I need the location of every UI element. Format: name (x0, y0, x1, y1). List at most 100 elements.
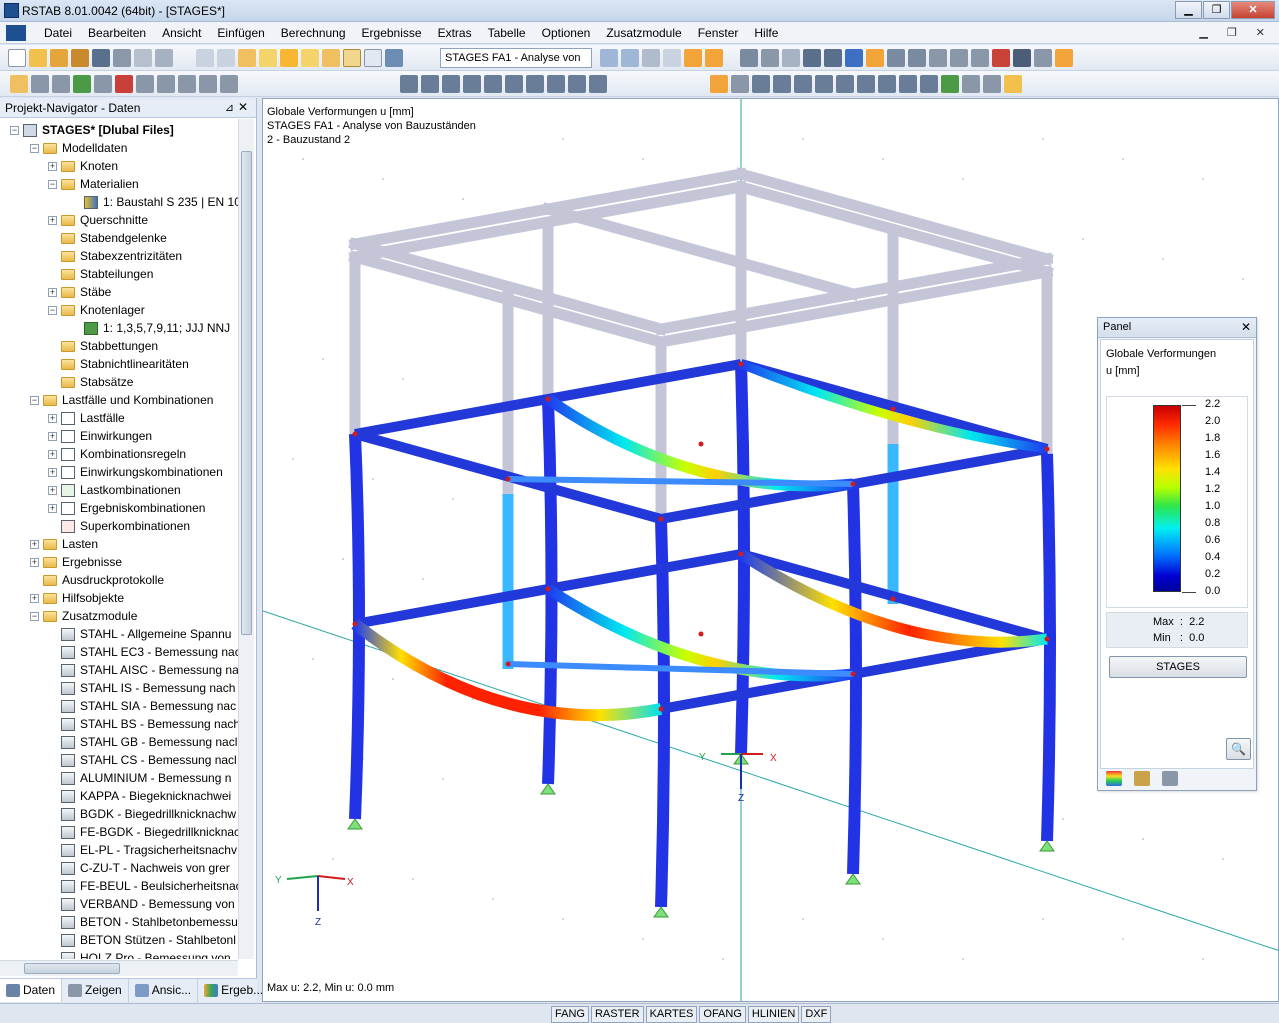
expand-icon[interactable]: + (48, 467, 57, 477)
results-icon[interactable] (642, 49, 660, 67)
expand-icon[interactable]: + (48, 485, 57, 495)
menu-einfuegen[interactable]: Einfügen (209, 26, 272, 40)
navigator-hscrollbar[interactable] (0, 960, 238, 976)
support-icon[interactable] (73, 75, 91, 93)
result-mz-icon[interactable] (878, 75, 896, 93)
tree-item[interactable]: STAHL SIA - Bemessung nac (61, 697, 236, 715)
result-pz-icon[interactable] (920, 75, 938, 93)
close-button[interactable]: ✕ (1231, 1, 1275, 19)
tree-item[interactable]: ALUMINIUM - Bemessung n (61, 769, 231, 787)
result-vz-icon[interactable] (815, 75, 833, 93)
tree-item[interactable]: − Knotenlager (48, 301, 145, 319)
tree-item[interactable]: + Querschnitte (48, 211, 148, 229)
tree-item[interactable]: C-ZU-T - Nachweis von grer (61, 859, 230, 877)
next-icon[interactable] (621, 49, 639, 67)
tree-item[interactable]: BETON - Stahlbetonbemessu (61, 913, 238, 931)
menu-extras[interactable]: Extras (430, 26, 480, 40)
tree-item[interactable]: Stabnichtlinearitäten (61, 355, 189, 373)
member-load-icon[interactable] (157, 75, 175, 93)
tree-item[interactable]: Stabteilungen (61, 265, 153, 283)
tree-item[interactable]: + Lastkombinationen (48, 481, 181, 499)
status-kartes[interactable]: KARTES (645, 1006, 698, 1023)
prev-icon[interactable] (600, 49, 618, 67)
new-icon[interactable] (8, 49, 26, 67)
calculate-icon[interactable] (385, 49, 403, 67)
menu-optionen[interactable]: Optionen (534, 26, 599, 40)
delete-icon[interactable] (992, 49, 1010, 67)
magnifier-icon[interactable]: 🔍 (1226, 738, 1251, 760)
values-icon[interactable] (663, 49, 681, 67)
tree-item[interactable]: STAHL - Allgemeine Spannu (61, 625, 231, 643)
tree-item[interactable]: Stabbettungen (61, 337, 158, 355)
result-my-icon[interactable] (857, 75, 875, 93)
open-project-icon[interactable] (50, 49, 68, 67)
expand-icon[interactable]: + (48, 161, 57, 171)
expand-icon[interactable]: + (30, 539, 39, 549)
menu-datei[interactable]: Datei (36, 26, 80, 40)
menu-hilfe[interactable]: Hilfe (746, 26, 786, 40)
coordinate-icon[interactable] (199, 75, 217, 93)
tree-item[interactable]: 1: Baustahl S 235 | EN 100 (84, 193, 238, 211)
expand-icon[interactable]: + (48, 503, 57, 513)
menu-fenster[interactable]: Fenster (690, 26, 747, 40)
tree-item[interactable]: + Ergebnisse (30, 553, 122, 571)
tree-item[interactable]: STAHL GB - Bemessung nacl (61, 733, 237, 751)
close-icon[interactable]: ✕ (238, 100, 248, 114)
tree-item[interactable]: Stabexzentrizitäten (61, 247, 182, 265)
tree-item[interactable]: + Lastfälle (48, 409, 125, 427)
divide-icon[interactable] (484, 75, 502, 93)
member-results-icon[interactable] (962, 75, 980, 93)
link-icon[interactable] (731, 75, 749, 93)
result-u-icon[interactable] (752, 75, 770, 93)
reaction-icon[interactable] (941, 75, 959, 93)
visibility-icon[interactable] (589, 75, 607, 93)
tree-item[interactable]: + Knoten (48, 157, 118, 175)
expand-icon[interactable]: + (48, 413, 57, 423)
tree-item[interactable]: + Ergebniskombinationen (48, 499, 205, 517)
menu-tabelle[interactable]: Tabelle (480, 26, 534, 40)
hinge-icon[interactable] (94, 75, 112, 93)
section-icon[interactable] (740, 49, 758, 67)
grid-icon[interactable] (782, 49, 800, 67)
edit-icon[interactable] (238, 49, 256, 67)
view-front-icon[interactable] (845, 49, 863, 67)
collapse-icon[interactable]: − (30, 395, 39, 405)
copy-icon[interactable] (421, 75, 439, 93)
menu-ansicht[interactable]: Ansicht (154, 26, 209, 40)
print-preview-icon[interactable] (155, 49, 173, 67)
search-icon[interactable] (259, 49, 277, 67)
expand-icon[interactable]: + (48, 215, 57, 225)
xy-icon[interactable] (505, 75, 523, 93)
tree-root[interactable]: − STAGES* [Dlubal Files] (10, 121, 174, 139)
print-icon[interactable] (113, 49, 131, 67)
status-raster[interactable]: RASTER (590, 1006, 644, 1023)
member-new-icon[interactable] (52, 75, 70, 93)
tree-item[interactable]: + Einwirkungskombinationen (48, 463, 223, 481)
balance-icon[interactable] (1134, 770, 1150, 786)
archive-icon[interactable] (71, 49, 89, 67)
deformation-icon[interactable] (684, 49, 702, 67)
undo-icon[interactable] (196, 49, 214, 67)
maximize-button[interactable]: ❐ (1203, 1, 1230, 19)
perspective-icon[interactable] (887, 49, 905, 67)
collapse-icon[interactable]: − (48, 179, 57, 189)
tree-item[interactable]: HOLZ Pro - Bemessung von (61, 949, 231, 959)
open-icon[interactable] (29, 49, 47, 67)
menu-zusatzmodule[interactable]: Zusatzmodule (598, 26, 689, 40)
expand-icon[interactable]: + (48, 449, 57, 459)
rotate-icon[interactable] (908, 49, 926, 67)
report-icon[interactable] (1004, 75, 1022, 93)
view-top-icon[interactable] (824, 49, 842, 67)
xz-icon[interactable] (547, 75, 565, 93)
grid-snap-icon[interactable] (220, 75, 238, 93)
loadcase-select[interactable]: STAGES FA1 - Analyse von (440, 48, 592, 68)
print-report-icon[interactable] (134, 49, 152, 67)
tree-item[interactable]: + Lasten (30, 535, 98, 553)
dimension-icon[interactable] (178, 75, 196, 93)
window-icon[interactable] (322, 49, 340, 67)
tree-item[interactable]: Superkombinationen (61, 517, 190, 535)
panel-icon[interactable] (364, 49, 382, 67)
collapse-icon[interactable]: − (30, 611, 39, 621)
status-dxf[interactable]: DXF (801, 1006, 832, 1023)
redo-icon[interactable] (217, 49, 235, 67)
